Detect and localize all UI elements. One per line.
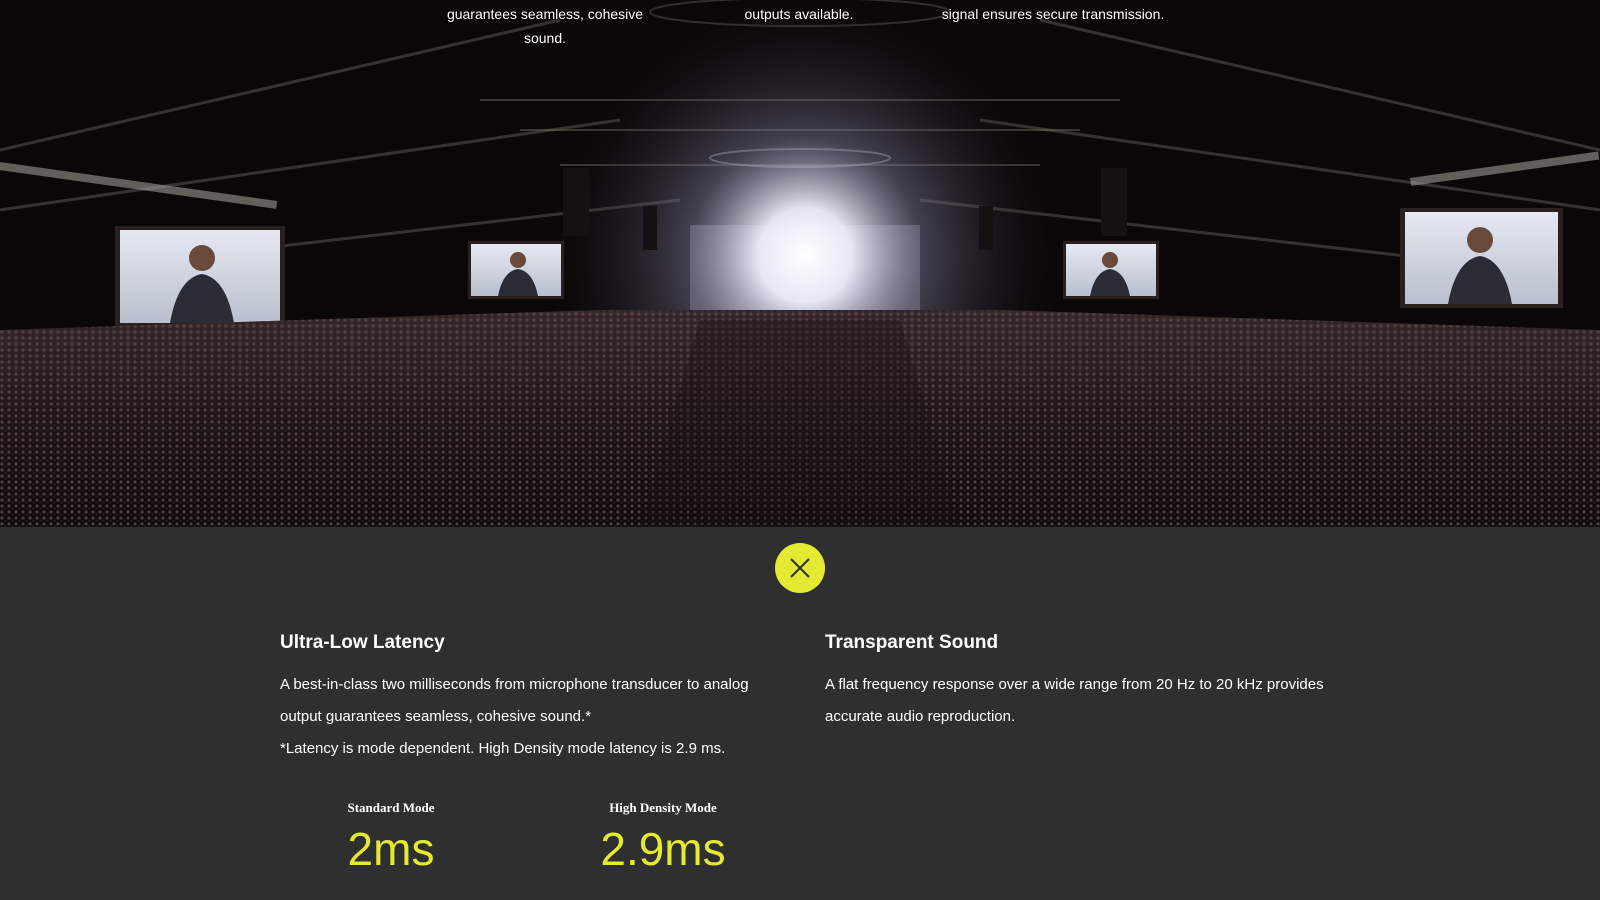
feature-title-sound: Transparent Sound: [825, 632, 999, 653]
feature-ultra-low-latency: Ultra-Low Latency A best-in-class two mi…: [280, 631, 780, 765]
video-screen-far-right: [1400, 208, 1563, 308]
close-icon: [790, 558, 810, 578]
stat-value-high-density: 2.9ms: [600, 823, 726, 875]
stat-label-high-density: High Density Mode: [609, 800, 717, 815]
video-screen-left: [468, 241, 564, 299]
stat-high-density-mode: High Density Mode 2.9ms: [563, 799, 763, 877]
hero-image-section: guarantees seamless, cohesive sound. out…: [0, 0, 1600, 527]
stat-value-standard: 2ms: [347, 823, 435, 875]
hero-caption-3: signal ensures secure transmission.: [941, 6, 1165, 22]
stat-standard-mode: Standard Mode 2ms: [311, 799, 471, 877]
stat-label-standard: Standard Mode: [347, 800, 435, 815]
feature-text-latency: A best-in-class two milliseconds from mi…: [280, 676, 749, 725]
hero-caption-1: guarantees seamless, cohesive sound.: [446, 6, 644, 46]
features-panel: Ultra-Low Latency A best-in-class two mi…: [0, 527, 1600, 900]
feature-transparent-sound: Transparent Sound A flat frequency respo…: [825, 631, 1325, 733]
video-screen-right: [1063, 241, 1159, 299]
hero-caption-2: outputs available.: [744, 6, 854, 22]
feature-footnote-latency: *Latency is mode dependent. High Density…: [280, 740, 726, 757]
close-button[interactable]: [775, 543, 825, 593]
feature-text-sound: A flat frequency response over a wide ra…: [825, 676, 1324, 725]
feature-title-latency: Ultra-Low Latency: [280, 632, 445, 653]
concert-hall-image: [0, 0, 1600, 527]
video-screen-far-left: [115, 226, 285, 328]
